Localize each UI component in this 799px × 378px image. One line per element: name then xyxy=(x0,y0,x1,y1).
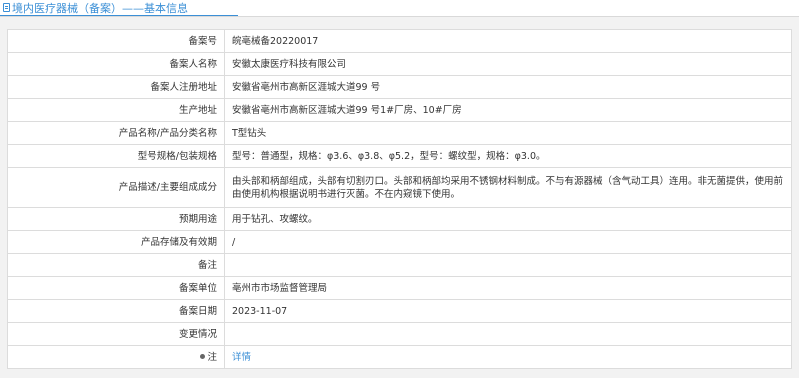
table-row: 产品存储及有效期 / xyxy=(7,230,792,254)
row-label: 备案人注册地址 xyxy=(7,75,225,99)
row-label: 型号规格/包装规格 xyxy=(7,144,225,168)
row-label: 产品名称/产品分类名称 xyxy=(7,121,225,145)
row-value: 详情 xyxy=(224,345,792,369)
row-label: 预期用途 xyxy=(7,207,225,231)
row-value: 安徽太康医疗科技有限公司 xyxy=(224,52,792,76)
table-row: 生产地址 安徽省亳州市高新区涯城大道99 号1#厂房、10#厂房 xyxy=(7,98,792,122)
row-value: 皖亳械备20220017 xyxy=(224,29,792,53)
row-value xyxy=(224,322,792,346)
row-value: 由头部和柄部组成，头部有切割刃口。头部和柄部均采用不锈钢材料制成。不与有源器械（… xyxy=(224,167,792,208)
table-row: 备案人注册地址 安徽省亳州市高新区涯城大道99 号 xyxy=(7,75,792,99)
table-row: 产品描述/主要组成成分 由头部和柄部组成，头部有切割刃口。头部和柄部均采用不锈钢… xyxy=(7,167,792,208)
pin-icon xyxy=(200,353,206,359)
row-value: 型号：普通型，规格：φ3.6、φ3.8、φ5.2，型号：螺纹型，规格：φ3.0。 xyxy=(224,144,792,168)
row-value xyxy=(224,253,792,277)
table-row: 预期用途 用于钻孔、攻螺纹。 xyxy=(7,207,792,231)
row-value: 安徽省亳州市高新区涯城大道99 号 xyxy=(224,75,792,99)
row-label: 备案日期 xyxy=(7,299,225,323)
row-label: 备案人名称 xyxy=(7,52,225,76)
header-title: 境内医疗器械（备案） xyxy=(12,1,122,15)
table-row: 备案单位 亳州市市场监督管理局 xyxy=(7,276,792,300)
table-row: 备案人名称 安徽太康医疗科技有限公司 xyxy=(7,52,792,76)
table-row: 备案日期 2023-11-07 xyxy=(7,299,792,323)
row-value: 2023-11-07 xyxy=(224,299,792,323)
header-subtitle: ——基本信息 xyxy=(122,1,188,15)
details-link[interactable]: 详情 xyxy=(232,352,251,363)
table-row: 变更情况 xyxy=(7,322,792,346)
row-label: 产品存储及有效期 xyxy=(7,230,225,254)
row-label: 备案号 xyxy=(7,29,225,53)
info-table: 备案号 皖亳械备20220017 备案人名称 安徽太康医疗科技有限公司 备案人注… xyxy=(7,29,792,369)
row-label: 备案单位 xyxy=(7,276,225,300)
row-value: / xyxy=(224,230,792,254)
row-label: 生产地址 xyxy=(7,98,225,122)
document-icon xyxy=(3,3,10,12)
page-header: 境内医疗器械（备案） ——基本信息 xyxy=(0,0,799,17)
table-row: 备案号 皖亳械备20220017 xyxy=(7,29,792,53)
table-row: 注 详情 xyxy=(7,345,792,369)
content-panel: 备案号 皖亳械备20220017 备案人名称 安徽太康医疗科技有限公司 备案人注… xyxy=(0,17,799,378)
row-label: 变更情况 xyxy=(7,322,225,346)
row-label: 备注 xyxy=(7,253,225,277)
row-value: 亳州市市场监督管理局 xyxy=(224,276,792,300)
row-label: 产品描述/主要组成成分 xyxy=(7,167,225,208)
table-row: 产品名称/产品分类名称 T型钻头 xyxy=(7,121,792,145)
row-value: T型钻头 xyxy=(224,121,792,145)
table-row: 备注 xyxy=(7,253,792,277)
table-row: 型号规格/包装规格 型号：普通型，规格：φ3.6、φ3.8、φ5.2，型号：螺纹… xyxy=(7,144,792,168)
row-value: 用于钻孔、攻螺纹。 xyxy=(224,207,792,231)
header-title-group: 境内医疗器械（备案） ——基本信息 xyxy=(3,1,188,15)
row-label: 注 xyxy=(207,351,217,363)
note-label-cell: 注 xyxy=(7,345,225,369)
row-value: 安徽省亳州市高新区涯城大道99 号1#厂房、10#厂房 xyxy=(224,98,792,122)
